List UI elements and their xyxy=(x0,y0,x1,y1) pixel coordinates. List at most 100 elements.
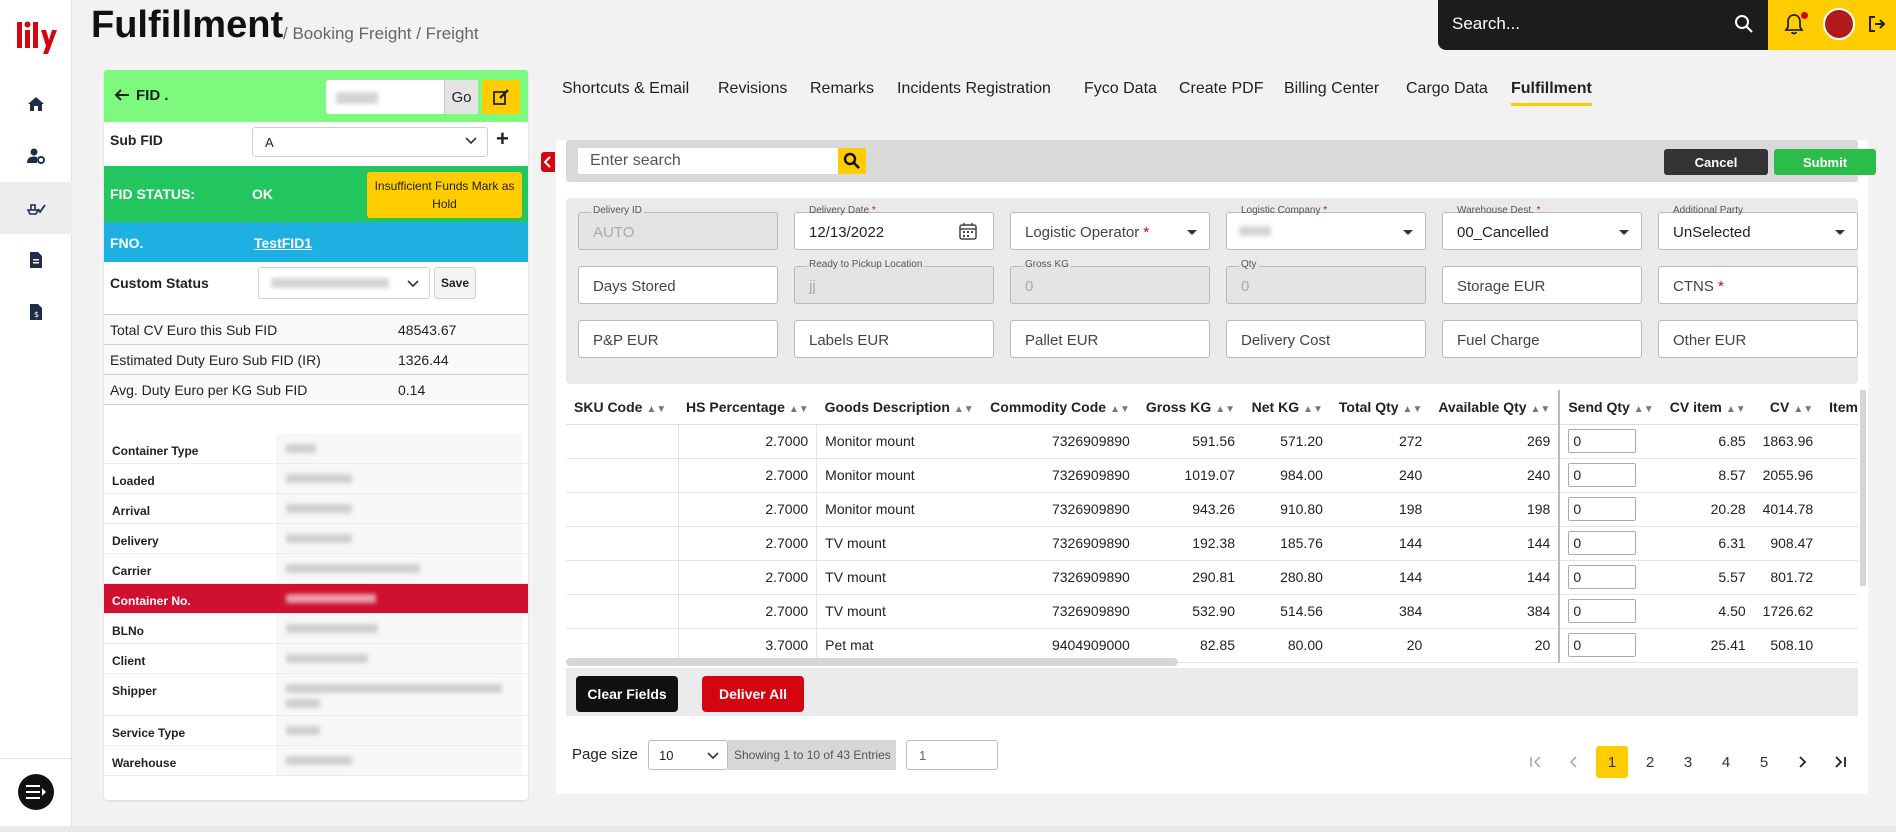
table-search-button[interactable] xyxy=(838,148,866,174)
tab-fyco-data[interactable]: Fyco Data xyxy=(1084,80,1157,98)
col-total-qty[interactable]: Total Qty ▲▼ xyxy=(1330,390,1431,425)
tab-revisions[interactable]: Revisions xyxy=(718,80,787,98)
tab-cargo-data[interactable]: Cargo Data xyxy=(1406,80,1488,98)
storage-eur-input[interactable]: Storage EUR xyxy=(1442,266,1642,304)
add-subfid-button[interactable]: + xyxy=(496,126,509,152)
collapse-panel-button[interactable] xyxy=(541,152,555,172)
fuel-charge-input[interactable]: Fuel Charge xyxy=(1442,320,1642,358)
insufficient-funds-button[interactable]: Insufficient Funds Mark as Hold xyxy=(367,172,522,218)
calendar-icon[interactable] xyxy=(959,222,977,240)
ctns-input[interactable]: CTNS * xyxy=(1658,266,1858,304)
fid-go-button[interactable]: Go xyxy=(444,80,478,114)
tab-billing-center[interactable]: Billing Center xyxy=(1284,80,1379,98)
custom-status-label: Custom Status xyxy=(110,275,209,291)
col-gross-kg[interactable]: Gross KG ▲▼ xyxy=(1137,390,1244,425)
tab-incidents-registration[interactable]: Incidents Registration xyxy=(897,80,1051,98)
nav-home[interactable] xyxy=(0,78,72,130)
search-toolbar: Enter search Cancel Submit xyxy=(566,140,1876,182)
custom-status-select[interactable] xyxy=(258,267,430,299)
submit-button[interactable]: Submit xyxy=(1774,149,1876,175)
nav-user-settings[interactable] xyxy=(0,130,72,182)
warehouse-dest-select[interactable]: Warehouse Dest. * 00_Cancelled xyxy=(1442,205,1642,250)
page-jump-input[interactable]: 1 xyxy=(906,740,998,770)
horizontal-scrollbar[interactable] xyxy=(566,658,1178,666)
save-button[interactable]: Save xyxy=(434,267,476,299)
logout-icon[interactable] xyxy=(1867,14,1887,34)
table-search-input[interactable]: Enter search xyxy=(578,148,838,174)
send-qty-input[interactable]: 0 xyxy=(1568,633,1637,657)
menu-toggle-button[interactable] xyxy=(18,774,54,810)
edit-button[interactable] xyxy=(482,80,520,114)
deliver-all-button[interactable]: Deliver All xyxy=(702,676,804,712)
days-stored-input[interactable]: Days Stored xyxy=(578,266,778,304)
cancel-button[interactable]: Cancel xyxy=(1664,149,1768,175)
caret-down-icon xyxy=(1187,230,1197,235)
subfid-select[interactable]: A xyxy=(252,127,488,157)
send-qty-input[interactable]: 0 xyxy=(1568,429,1637,453)
next-page-button[interactable] xyxy=(1786,746,1818,778)
send-qty-input[interactable]: 0 xyxy=(1568,565,1637,589)
last-page-button[interactable] xyxy=(1824,746,1856,778)
first-page-button[interactable] xyxy=(1520,746,1552,778)
action-bar: Clear Fields Deliver All xyxy=(566,668,1858,716)
tab-create-pdf[interactable]: Create PDF xyxy=(1179,80,1263,98)
col-hs-percentage[interactable]: HS Percentage ▲▼ xyxy=(678,390,817,425)
chevron-down-icon xyxy=(407,280,419,288)
col-item[interactable]: Item xyxy=(1821,390,1858,425)
chevron-down-icon xyxy=(465,137,477,145)
col-cv[interactable]: CV ▲▼ xyxy=(1753,390,1822,425)
avatar[interactable] xyxy=(1823,8,1855,40)
page-1-button[interactable]: 1 xyxy=(1596,746,1628,778)
send-qty-input[interactable]: 0 xyxy=(1568,599,1637,623)
col-cv-item[interactable]: CV item ▲▼ xyxy=(1661,390,1754,425)
nav-freight[interactable] xyxy=(0,182,72,234)
tab-shortcuts-email[interactable]: Shortcuts & Email xyxy=(562,80,689,98)
col-goods-description[interactable]: Goods Description ▲▼ xyxy=(816,390,983,425)
table-cell: TV mount xyxy=(816,526,983,561)
logistic-operator-select[interactable]: Logistic Operator * xyxy=(1010,212,1210,250)
table-cell xyxy=(566,594,679,629)
col-commodity-code[interactable]: Commodity Code ▲▼ xyxy=(982,390,1138,425)
menu-icon xyxy=(26,785,46,799)
delivery-date-field[interactable]: Delivery Date * 12/13/2022 xyxy=(794,205,994,250)
col-send-qty[interactable]: Send Qty ▲▼ xyxy=(1558,390,1662,425)
delivery-cost-input[interactable]: Delivery Cost xyxy=(1226,320,1426,358)
additional-party-select[interactable]: Additional Party UnSelected xyxy=(1658,205,1858,250)
table-cell: 2.7000 xyxy=(678,594,818,629)
clear-fields-button[interactable]: Clear Fields xyxy=(576,676,678,712)
pallet-eur-input[interactable]: Pallet EUR xyxy=(1010,320,1210,358)
logistic-company-select[interactable]: Logistic Company * xyxy=(1226,205,1426,250)
prev-page-button[interactable] xyxy=(1558,746,1590,778)
send-qty-input[interactable]: 0 xyxy=(1568,497,1637,521)
search-icon[interactable] xyxy=(1734,14,1754,34)
col-available-qty[interactable]: Available Qty ▲▼ xyxy=(1430,390,1560,425)
arrow-left-icon[interactable] xyxy=(114,87,130,103)
table-cell: 280.80 xyxy=(1243,560,1331,595)
table-cell: 7326909890 xyxy=(982,594,1138,629)
home-icon xyxy=(28,97,44,111)
nav-invoice[interactable]: $ xyxy=(0,286,72,338)
send-qty-input[interactable]: 0 xyxy=(1568,463,1637,487)
send-qty-input[interactable]: 0 xyxy=(1568,531,1637,555)
page-size-select[interactable]: 10 xyxy=(648,740,728,770)
page-3-button[interactable]: 3 xyxy=(1672,746,1704,778)
other-eur-input[interactable]: Other EUR xyxy=(1658,320,1858,358)
labels-eur-input[interactable]: Labels EUR xyxy=(794,320,994,358)
vertical-scrollbar[interactable] xyxy=(1860,390,1866,586)
pp-eur-input[interactable]: P&P EUR xyxy=(578,320,778,358)
table-cell: 3.7000 xyxy=(678,628,818,663)
page-2-button[interactable]: 2 xyxy=(1634,746,1666,778)
col-sku-code[interactable]: SKU Code ▲▼ xyxy=(566,390,679,425)
fid-input[interactable] xyxy=(326,80,444,114)
page-4-button[interactable]: 4 xyxy=(1710,746,1742,778)
tab-remarks[interactable]: Remarks xyxy=(810,80,874,98)
fno-link[interactable]: TestFID1 xyxy=(254,235,312,251)
table-cell: 7326909890 xyxy=(982,492,1138,527)
subfid-value: A xyxy=(265,135,274,150)
tab-fulfillment[interactable]: Fulfillment xyxy=(1511,80,1592,106)
col-net-kg[interactable]: Net KG ▲▼ xyxy=(1243,390,1331,425)
page-5-button[interactable]: 5 xyxy=(1748,746,1780,778)
nav-document[interactable] xyxy=(0,234,72,286)
table-cell: 269 xyxy=(1430,424,1560,459)
global-search[interactable]: Search... xyxy=(1438,0,1768,50)
